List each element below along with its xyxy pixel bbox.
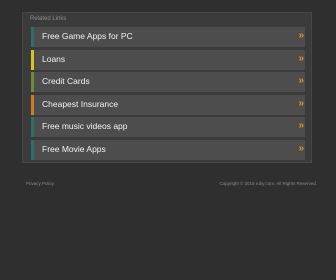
panel-title: Related Links [30,16,67,22]
double-chevron-right-icon: » [298,97,303,109]
link-label: Loans [42,53,66,64]
double-chevron-right-icon: » [298,142,303,154]
privacy-policy-link[interactable]: Privacy Policy [26,181,54,186]
link-label: Credit Cards [42,76,90,86]
double-chevron-right-icon: » [298,75,303,86]
link-credit-cards[interactable]: Credit Cards » [31,72,305,92]
double-chevron-right-icon: » [298,52,303,64]
links-list: Free Game Apps for PC » Loans » Credit C… [31,27,305,162]
link-label: Cheapest Insurance [42,98,119,109]
related-links-panel: Related Links Free Game Apps for PC » Lo… [22,12,312,163]
link-loans[interactable]: Loans » [31,49,305,70]
link-label: Free Game Apps for PC [42,31,133,41]
copyright-text: Copyright © 2015 ruby.com. All Rights Re… [219,181,317,186]
link-free-movie-apps[interactable]: Free Movie Apps » [31,139,305,160]
link-label: Free Movie Apps [42,143,106,154]
link-free-game-apps[interactable]: Free Game Apps for PC » [31,27,305,47]
link-cheapest-insurance[interactable]: Cheapest Insurance » [31,94,305,115]
link-label: Free music videos app [42,121,128,131]
double-chevron-right-icon: » [298,120,303,131]
link-free-music-videos-app[interactable]: Free music videos app » [31,117,305,137]
double-chevron-right-icon: » [298,30,303,41]
